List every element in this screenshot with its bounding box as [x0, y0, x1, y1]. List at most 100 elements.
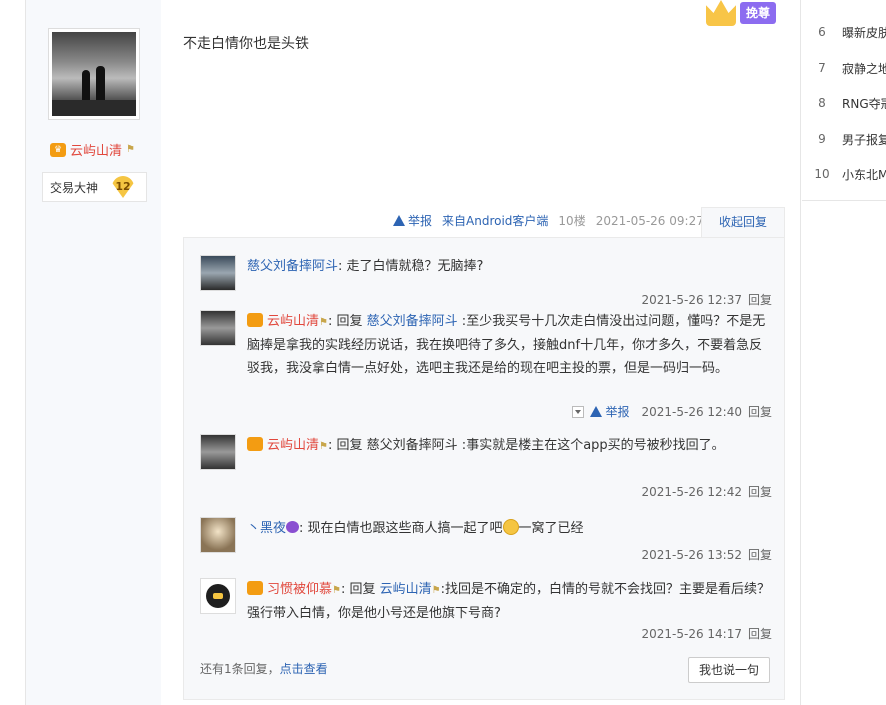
tieba-page: ♛ 云屿山清 ⚑ 交易大神 12 不走白情你也是头铁 挽尊 举报 来自Andro… — [0, 0, 886, 705]
dropdown-icon[interactable] — [572, 405, 585, 418]
trending-sidebar: 6 曝新皮肤 7 寂静之地 8 RNG夺冠 9 男子报复 10 小东北MJ — [802, 0, 886, 705]
reply-author[interactable]: 丶黑夜 — [247, 521, 286, 536]
reply-meta: 2021-5-26 12:37 回复 — [641, 291, 772, 308]
reply-button[interactable]: 回复 — [748, 403, 772, 420]
trending-item[interactable]: 9 男子报复 — [802, 129, 886, 149]
warning-icon — [590, 406, 603, 417]
member-flag-icon: ⚑ — [332, 585, 341, 596]
warning-icon — [393, 215, 405, 226]
more-replies-text: 还有1条回复， — [200, 662, 280, 676]
avatar-image — [52, 32, 136, 116]
reply-time: 2021-5-26 14:17 — [641, 626, 742, 641]
user-title-label: 交易大神 — [50, 180, 99, 195]
reply-content: 走了白情就稳？无脑捧? — [346, 259, 484, 274]
reply-target[interactable]: 云屿山清 — [380, 582, 432, 597]
reply-content-after: 一窝了已经 — [518, 521, 584, 536]
reply-author[interactable]: 习惯被仰慕 — [267, 582, 332, 597]
reply-item: 云屿山清⚑: 回复 慈父刘备摔阿斗 :至少我买号十几次走白情没出过问题，懂吗？不… — [200, 310, 772, 430]
reply-box: 慈父刘备摔阿斗: 走了白情就稳？无脑捧? 2021-5-26 12:37 回复 … — [183, 237, 785, 700]
member-flag-icon: ⚑ — [126, 144, 135, 155]
source-label: 来自Android客户端 — [442, 212, 548, 229]
trending-rank: 8 — [818, 96, 826, 110]
vip-crown-icon — [247, 313, 263, 327]
reply-body: 慈父刘备摔阿斗: 走了白情就稳？无脑捧? — [247, 259, 484, 274]
reply-compose-button[interactable]: 我也说一句 — [688, 657, 770, 683]
reply-word: 回复 — [349, 582, 376, 597]
trending-rank: 9 — [818, 132, 826, 146]
reply-target[interactable]: 慈父刘备摔阿斗 — [367, 438, 458, 453]
reply-item: 习惯被仰慕⚑: 回复 云屿山清⚑:找回是不确定的，白情的号就不会找回？主要是看后… — [200, 578, 772, 644]
vip-tag[interactable]: 挽尊 — [740, 2, 777, 24]
trending-rank: 6 — [818, 25, 826, 39]
trending-item[interactable]: 10 小东北MJ — [802, 164, 886, 184]
level-badge: 12 — [112, 176, 135, 198]
reply-body: 云屿山清⚑: 回复 慈父刘备摔阿斗 :事实就是楼主在这个app买的号被秒找回了。 — [247, 434, 772, 458]
trending-title: 男子报复 — [842, 132, 886, 147]
reply-time: 2021-5-26 12:42 — [641, 484, 742, 499]
reply-author[interactable]: 慈父刘备摔阿斗 — [247, 259, 338, 274]
vip-area: 挽尊 — [706, 0, 777, 26]
reply-author[interactable]: 云屿山清 — [267, 438, 319, 453]
member-flag-icon: ⚑ — [431, 585, 441, 596]
report-link[interactable]: 举报 — [393, 212, 432, 229]
collapse-replies-button[interactable]: 收起回复 — [701, 207, 785, 237]
trending-title: RNG夺冠 — [842, 96, 886, 111]
reply-meta: 举报 2021-5-26 12:40 回复 — [572, 403, 772, 420]
reply-button[interactable]: 回复 — [748, 291, 772, 308]
reply-time: 2021-5-26 13:52 — [641, 547, 742, 562]
reply-avatar[interactable] — [200, 434, 236, 470]
reply-body: 习惯被仰慕⚑: 回复 云屿山清⚑:找回是不确定的，白情的号就不会找回？主要是看后… — [247, 581, 771, 621]
reply-item: 云屿山清⚑: 回复 慈父刘备摔阿斗 :事实就是楼主在这个app买的号被秒找回了。… — [200, 434, 772, 500]
reply-content: 事实就是楼主在这个app买的号被秒找回了。 — [466, 438, 725, 453]
post-main: 不走白情你也是头铁 挽尊 举报 来自Android客户端 10楼 2021-05… — [161, 0, 801, 705]
post-content: 不走白情你也是头铁 — [183, 36, 309, 52]
member-flag-icon: ⚑ — [319, 317, 328, 328]
vip-crown-icon — [247, 437, 263, 451]
user-title-badge[interactable]: 交易大神 12 — [42, 172, 147, 202]
more-replies: 还有1条回复，点击查看 — [200, 660, 328, 677]
crown-icon — [706, 0, 736, 26]
reply-meta: 2021-5-26 13:52 回复 — [641, 546, 772, 563]
user-avatar[interactable] — [48, 28, 140, 120]
reply-button[interactable]: 回复 — [748, 483, 772, 500]
report-label: 举报 — [605, 405, 630, 419]
reply-word: 回复 — [336, 438, 363, 453]
reply-meta: 2021-5-26 14:17 回复 — [641, 625, 772, 642]
reply-item: 丶黑夜: 现在白情也跟这些商人搞一起了吧 一窝了已经 2021-5-26 13:5… — [200, 517, 772, 563]
reply-button[interactable]: 回复 — [748, 546, 772, 563]
reply-time: 2021-5-26 12:37 — [641, 292, 742, 307]
reply-item: 慈父刘备摔阿斗: 走了白情就稳？无脑捧? 2021-5-26 12:37 回复 — [200, 255, 772, 307]
reply-author[interactable]: 云屿山清 — [267, 314, 319, 329]
devil-emoji-icon — [286, 521, 300, 533]
reply-content-before: 现在白情也跟这些商人搞一起了吧 — [307, 521, 503, 536]
reply-avatar[interactable] — [200, 517, 236, 553]
reply-target[interactable]: 慈父刘备摔阿斗 — [367, 314, 458, 329]
trending-item[interactable]: 8 RNG夺冠 — [802, 93, 886, 113]
reply-body: 云屿山清⚑: 回复 慈父刘备摔阿斗 :至少我买号十几次走白情没出过问题，懂吗？不… — [247, 313, 766, 376]
trending-item[interactable]: 6 曝新皮肤 — [802, 22, 886, 42]
reply-button[interactable]: 回复 — [748, 625, 772, 642]
reply-body: 丶黑夜: 现在白情也跟这些商人搞一起了吧 一窝了已经 — [247, 519, 584, 536]
trending-title: 寂静之地 — [842, 61, 886, 76]
reply-avatar[interactable] — [200, 578, 236, 614]
reply-avatar[interactable] — [200, 255, 236, 291]
reply-meta: 2021-5-26 12:42 回复 — [641, 483, 772, 500]
source-text[interactable]: 来自Android客户端 — [442, 214, 548, 228]
trending-rank: 10 — [814, 167, 830, 181]
username-link[interactable]: 云屿山清 — [70, 140, 122, 159]
report-link[interactable]: 举报 — [590, 403, 629, 420]
vip-crown-icon — [247, 581, 263, 595]
member-flag-icon: ⚑ — [319, 441, 328, 452]
post-meta: 举报 来自Android客户端 10楼 2021-05-26 09:27 — [393, 212, 704, 229]
username-row: ♛ 云屿山清 ⚑ — [50, 140, 135, 159]
reply-time: 2021-5-26 12:40 — [641, 404, 742, 419]
reply-avatar[interactable] — [200, 310, 236, 346]
user-info-column: ♛ 云屿山清 ⚑ 交易大神 12 — [25, 0, 161, 705]
view-more-link[interactable]: 点击查看 — [280, 662, 328, 676]
report-label: 举报 — [408, 214, 433, 228]
trending-title: 小东北MJ — [842, 167, 886, 182]
vip-crown-icon: ♛ — [50, 142, 66, 157]
sidebar-divider — [802, 200, 886, 201]
trending-title: 曝新皮肤 — [842, 25, 886, 40]
trending-item[interactable]: 7 寂静之地 — [802, 58, 886, 78]
